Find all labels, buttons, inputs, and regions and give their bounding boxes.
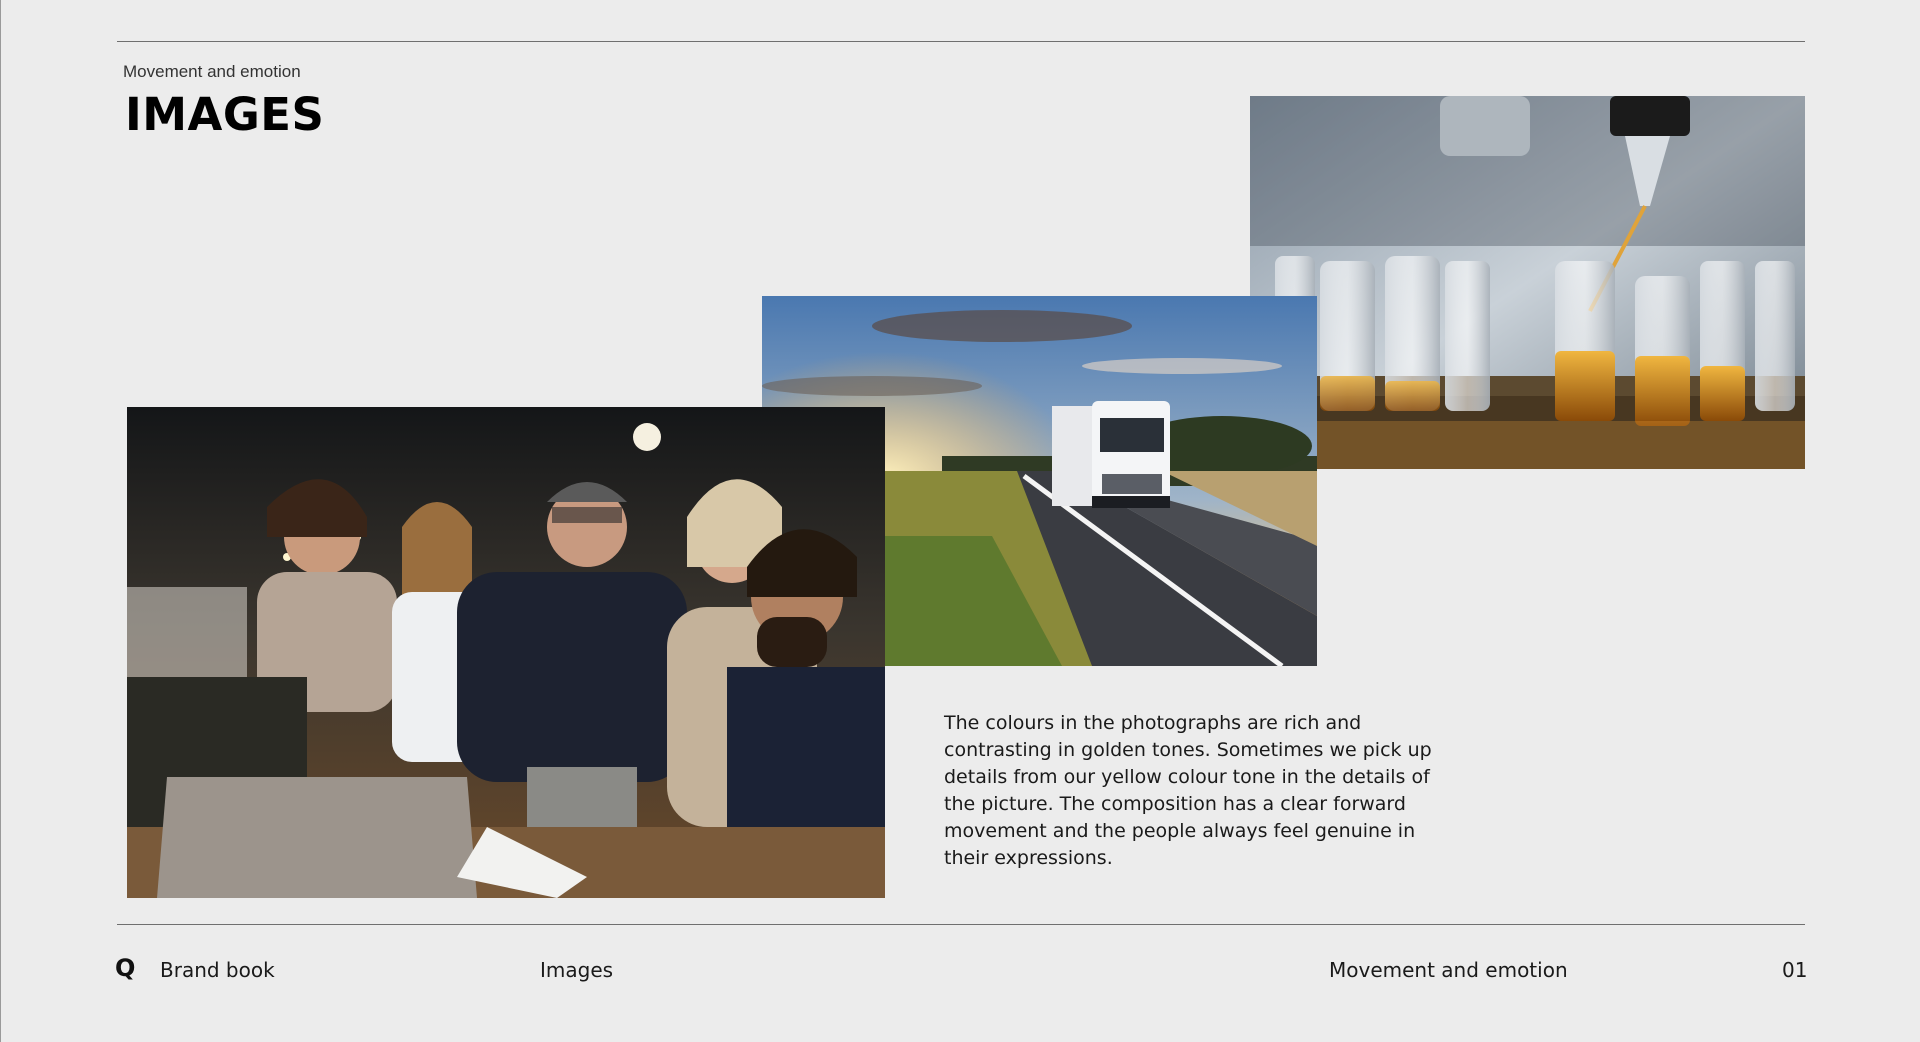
bottom-divider [117, 924, 1805, 925]
footer-topic: Movement and emotion [1329, 958, 1568, 982]
laboratory-test-tubes-photo [1250, 96, 1805, 469]
top-divider [117, 41, 1805, 42]
footer-brand: Brand book [160, 958, 275, 982]
section-eyebrow: Movement and emotion [123, 62, 301, 81]
footer-section: Images [540, 958, 614, 982]
page-title: IMAGES [125, 88, 325, 141]
team-meeting-photo [127, 407, 885, 898]
page-edge [0, 0, 1, 1042]
body-copy: The colours in the photographs are rich … [944, 712, 1432, 869]
page-number: 01 [1782, 958, 1808, 982]
brand-logo: Q [115, 954, 136, 982]
